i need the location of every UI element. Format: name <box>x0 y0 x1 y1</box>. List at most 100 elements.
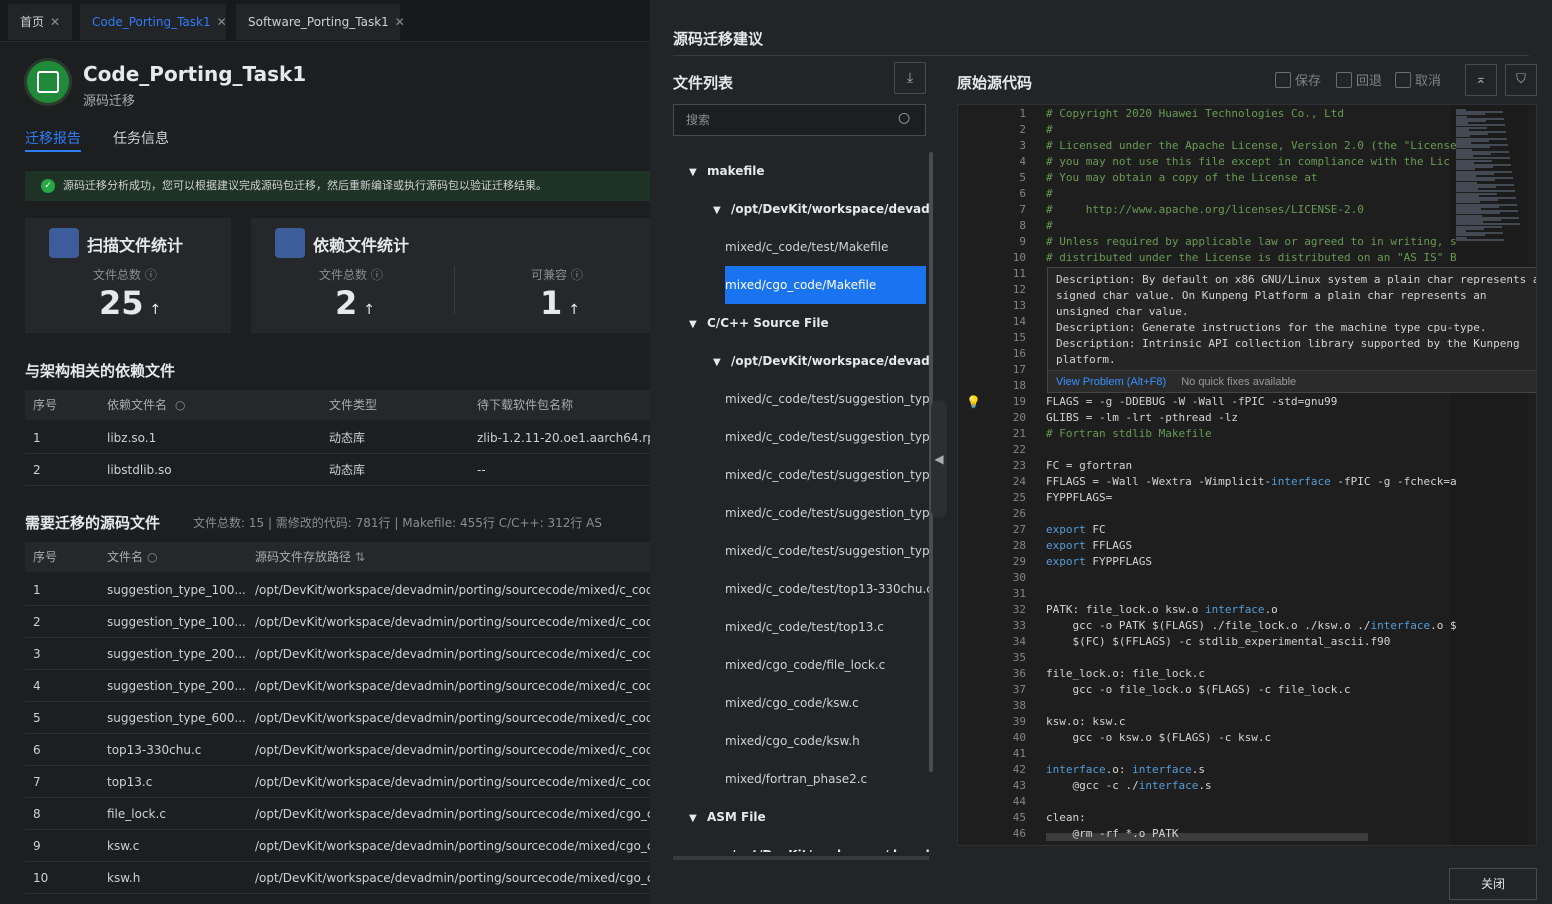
stat-value[interactable]: 1 ↑ <box>540 284 580 322</box>
tab-task-info[interactable]: 任务信息 <box>113 128 169 148</box>
tree-file[interactable]: mixed/cgo_code/ksw.h <box>725 722 860 760</box>
stat-value[interactable]: 2 ↑ <box>335 284 375 322</box>
table-row[interactable]: 7 top13.c /opt/DevKit/workspace/devadmin… <box>25 766 650 798</box>
code-line[interactable]: GLIBS = -lm -lrt -pthread -lz <box>1046 411 1238 424</box>
tree-file[interactable]: mixed/cgo_code/file_lock.c <box>725 646 885 684</box>
code-line[interactable]: $(FC) $(FFLAGS) -c stdlib_experimental_a… <box>1046 635 1390 648</box>
view-problem-link[interactable]: View Problem (Alt+F8) <box>1056 376 1166 388</box>
table-row[interactable]: 1 suggestion_type_100... /opt/DevKit/wor… <box>25 574 650 606</box>
table-row[interactable]: 2 libstdlib.so 动态库 -- <box>25 454 650 486</box>
cancel-button[interactable]: 取消 <box>1395 70 1441 89</box>
code-editor[interactable]: 💡 Description: By default on x86 GNU/Lin… <box>957 104 1537 846</box>
code-line[interactable]: # Unless required by applicable law or a… <box>1046 235 1457 248</box>
caret-down-icon[interactable]: ▼ <box>713 838 731 852</box>
tab-home[interactable]: 首页 ✕ <box>8 4 72 40</box>
tree-file[interactable]: mixed/c_code/test/suggestion_type_2 <box>725 456 929 494</box>
code-line[interactable]: PATK: file_lock.o ksw.o interface.o <box>1046 603 1278 616</box>
caret-down-icon[interactable]: ▼ <box>713 192 731 230</box>
sort-icon[interactable]: ⇅ <box>355 542 365 572</box>
table-row[interactable]: 1 libz.so.1 动态库 zlib-1.2.11-20.oe1.aarch… <box>25 422 650 454</box>
code-line[interactable]: # http://www.apache.org/licenses/LICENSE… <box>1046 203 1364 216</box>
horizontal-scrollbar[interactable] <box>673 856 929 860</box>
table-row[interactable]: 8 file_lock.c /opt/DevKit/workspace/deva… <box>25 798 650 830</box>
code-line[interactable]: export FYPPFLAGS <box>1046 555 1152 568</box>
tree-file[interactable]: mixed/c_code/test/suggestion_type_2 <box>725 494 929 532</box>
row-name[interactable]: file_lock.c <box>107 798 247 829</box>
tree-group[interactable]: ▼ ASM File <box>689 798 766 836</box>
close-icon[interactable]: ✕ <box>50 15 60 29</box>
tab-software-porting[interactable]: Software_Porting_Task1 ✕ <box>236 4 405 40</box>
tree-file[interactable]: mixed/cgo_code/Makefile <box>725 266 926 304</box>
save-button[interactable]: 保存 <box>1275 70 1321 89</box>
tree-file[interactable]: mixed/c_code/test/suggestion_type_6 <box>725 532 929 570</box>
code-line[interactable]: gcc -o ksw.o $(FLAGS) -c ksw.c <box>1046 731 1271 744</box>
tree-file[interactable]: mixed/c_code/test/Makefile <box>725 228 888 266</box>
search-icon[interactable]: ○ <box>175 390 185 420</box>
table-row[interactable]: 10 ksw.h /opt/DevKit/workspace/devadmin/… <box>25 862 650 894</box>
row-name[interactable]: ksw.c <box>107 830 247 861</box>
search-input[interactable] <box>673 104 926 136</box>
tree-file[interactable]: mixed/c_code/test/top13.c <box>725 608 884 646</box>
tree-group[interactable]: ▼ C/C++ Source File <box>689 304 829 342</box>
row-name[interactable]: suggestion_type_200... <box>107 638 247 669</box>
table-row[interactable]: 3 suggestion_type_200... /opt/DevKit/wor… <box>25 638 650 670</box>
stat-value[interactable]: 25 ↑ <box>99 284 161 322</box>
tree-group[interactable]: ▼ makefile <box>689 152 765 190</box>
row-name[interactable]: ksw.h <box>107 862 247 893</box>
row-name[interactable]: suggestion_type_600... <box>107 702 247 733</box>
table-row[interactable]: 9 ksw.c /opt/DevKit/workspace/devadmin/p… <box>25 830 650 862</box>
code-line[interactable]: # distributed under the License is distr… <box>1046 251 1457 264</box>
caret-down-icon[interactable]: ▼ <box>689 306 707 344</box>
minimap[interactable] <box>1450 105 1528 845</box>
tab-report[interactable]: 迁移报告 <box>25 128 81 148</box>
code-line[interactable]: clean: <box>1046 811 1086 824</box>
code-line[interactable]: # <box>1046 219 1053 232</box>
code-line[interactable]: # <box>1046 187 1053 200</box>
code-line[interactable]: # you may not use this file except in co… <box>1046 155 1450 168</box>
collapse-up-button[interactable]: ⌅ <box>1465 64 1497 96</box>
search-icon[interactable]: ○ <box>898 110 916 128</box>
code-line[interactable]: @gcc -c ./interface.s <box>1046 779 1211 792</box>
table-row[interactable]: 2 suggestion_type_100... /opt/DevKit/wor… <box>25 606 650 638</box>
code-line[interactable]: # <box>1046 123 1053 136</box>
tree-file[interactable]: mixed/fortran_phase2.c <box>725 760 867 798</box>
tree-file[interactable]: mixed/cgo_code/ksw.c <box>725 684 859 722</box>
collapse-handle[interactable]: ◀ <box>931 400 947 518</box>
filter-button[interactable]: ⛉ <box>1505 64 1537 96</box>
table-row[interactable]: 6 top13-330chu.c /opt/DevKit/workspace/d… <box>25 734 650 766</box>
table-row[interactable]: 5 suggestion_type_600... /opt/DevKit/wor… <box>25 702 650 734</box>
caret-down-icon[interactable]: ▼ <box>689 800 707 838</box>
code-line[interactable]: FLAGS = -g -DDEBUG -W -Wall -fPIC -std=g… <box>1046 395 1337 408</box>
download-button[interactable]: ⤓ <box>894 62 926 94</box>
search-icon[interactable]: ○ <box>147 542 157 572</box>
code-line[interactable]: @rm -rf *.o PATK <box>1046 827 1178 840</box>
code-line[interactable]: interface.o: interface.s <box>1046 763 1205 776</box>
code-line[interactable]: # You may obtain a copy of the License a… <box>1046 171 1318 184</box>
table-row[interactable]: 4 suggestion_type_200... /opt/DevKit/wor… <box>25 670 650 702</box>
row-name[interactable]: suggestion_type_100... <box>107 574 247 605</box>
close-button[interactable]: 关闭 <box>1449 868 1537 900</box>
tree-group[interactable]: ▼/opt/DevKit/workspace/devadmin <box>713 190 929 228</box>
code-line[interactable]: ksw.o: ksw.c <box>1046 715 1125 728</box>
code-line[interactable]: # Fortran stdlib Makefile <box>1046 427 1212 440</box>
code-line[interactable]: export FFLAGS <box>1046 539 1132 552</box>
code-line[interactable]: FYPPFLAGS= <box>1046 491 1112 504</box>
close-icon[interactable]: ✕ <box>395 15 405 29</box>
row-name[interactable]: suggestion_type_100... <box>107 606 247 637</box>
row-name[interactable]: suggestion_type_200... <box>107 670 247 701</box>
caret-down-icon[interactable]: ▼ <box>713 344 731 382</box>
tree-file[interactable]: mixed/c_code/test/top13-330chu.c <box>725 570 929 608</box>
code-line[interactable]: gcc -o PATK $(FLAGS) ./file_lock.o ./ksw… <box>1046 619 1456 632</box>
row-name[interactable]: top13.c <box>107 766 247 797</box>
code-line[interactable]: FFLAGS = -Wall -Wextra -Wimplicit-interf… <box>1046 475 1457 488</box>
close-icon[interactable]: ✕ <box>217 15 227 29</box>
row-name[interactable]: top13-330chu.c <box>107 734 247 765</box>
row-package[interactable]: -- <box>477 454 486 485</box>
code-line[interactable]: gcc -o file_lock.o $(FLAGS) -c file_lock… <box>1046 683 1350 696</box>
revert-button[interactable]: 回退 <box>1336 70 1382 89</box>
tree-group[interactable]: ▼/opt/DevKit/workspace/devadmin <box>713 836 929 852</box>
caret-down-icon[interactable]: ▼ <box>689 154 707 192</box>
tree-file[interactable]: mixed/c_code/test/suggestion_type_1 <box>725 380 929 418</box>
code-line[interactable]: # Copyright 2020 Huawei Technologies Co.… <box>1046 107 1344 120</box>
tab-code-porting[interactable]: Code_Porting_Task1 ✕ <box>80 4 227 40</box>
